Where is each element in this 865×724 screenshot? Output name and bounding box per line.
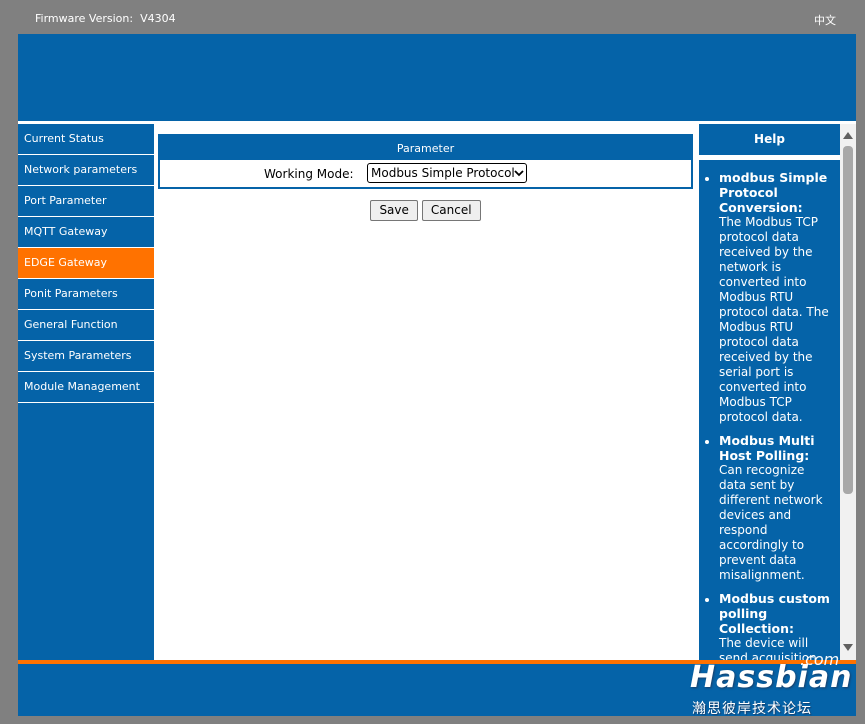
help-title: Help bbox=[699, 124, 840, 155]
parameter-panel-title: Parameter bbox=[160, 136, 691, 160]
header-banner bbox=[18, 34, 856, 121]
help-item: modbus Simple Protocol Conversion: The M… bbox=[719, 170, 834, 425]
sidebar-nav: Current Status Network parameters Port P… bbox=[18, 124, 154, 660]
language-switch-link[interactable]: 中文 bbox=[814, 12, 836, 28]
help-panel: Help modbus Simple Protocol Conversion: … bbox=[699, 124, 840, 660]
footer-bar bbox=[18, 664, 856, 716]
scrollbar-thumb[interactable] bbox=[843, 146, 853, 494]
sidebar-item-current-status[interactable]: Current Status bbox=[18, 124, 154, 155]
top-bar: Firmware Version: V4304 中文 bbox=[18, 6, 856, 32]
working-mode-select[interactable]: Modbus Simple Protocol bbox=[367, 163, 527, 183]
app-frame: Current Status Network parameters Port P… bbox=[18, 34, 856, 716]
help-list: modbus Simple Protocol Conversion: The M… bbox=[719, 170, 834, 660]
help-item-title: Modbus custom polling Collection: bbox=[719, 591, 830, 636]
parameter-panel: Parameter Working Mode: Modbus Simple Pr… bbox=[158, 134, 693, 189]
help-item-text: The device will send acquisition command… bbox=[719, 636, 817, 660]
cancel-button[interactable]: Cancel bbox=[421, 200, 481, 221]
scroll-up-arrow-icon[interactable] bbox=[843, 132, 853, 139]
firmware-version: Firmware Version: V4304 bbox=[35, 12, 176, 25]
sidebar-item-port-parameter[interactable]: Port Parameter bbox=[18, 186, 154, 217]
sidebar-item-ponit-parameters[interactable]: Ponit Parameters bbox=[18, 279, 154, 310]
form-buttons: Save Cancel bbox=[154, 200, 697, 221]
sidebar-item-general-function[interactable]: General Function bbox=[18, 310, 154, 341]
help-item-title: modbus Simple Protocol Conversion: bbox=[719, 170, 828, 215]
scroll-down-arrow-icon[interactable] bbox=[843, 644, 853, 651]
help-item: Modbus custom polling Collection: The de… bbox=[719, 591, 834, 660]
help-item: Modbus Multi Host Polling: Can recognize… bbox=[719, 433, 834, 583]
working-mode-label: Working Mode: bbox=[264, 167, 354, 181]
help-item-text: Can recognize data sent by different net… bbox=[719, 463, 823, 582]
help-scrollbar[interactable] bbox=[840, 124, 856, 660]
sidebar-item-system-parameters[interactable]: System Parameters bbox=[18, 341, 154, 372]
save-button[interactable]: Save bbox=[370, 200, 418, 221]
chevron-down-icon bbox=[514, 170, 524, 177]
working-mode-row: Working Mode: Modbus Simple Protocol bbox=[160, 160, 691, 187]
sidebar-item-edge-gateway[interactable]: EDGE Gateway bbox=[18, 248, 154, 279]
main-content: Parameter Working Mode: Modbus Simple Pr… bbox=[154, 124, 697, 660]
help-item-title: Modbus Multi Host Polling: bbox=[719, 433, 815, 463]
sidebar-item-network-parameters[interactable]: Network parameters bbox=[18, 155, 154, 186]
sidebar-item-module-management[interactable]: Module Management bbox=[18, 372, 154, 403]
sidebar-item-mqtt-gateway[interactable]: MQTT Gateway bbox=[18, 217, 154, 248]
working-mode-select-value: Modbus Simple Protocol bbox=[371, 166, 515, 180]
help-item-text: The Modbus TCP protocol data received by… bbox=[719, 215, 829, 424]
help-content: modbus Simple Protocol Conversion: The M… bbox=[699, 160, 840, 660]
